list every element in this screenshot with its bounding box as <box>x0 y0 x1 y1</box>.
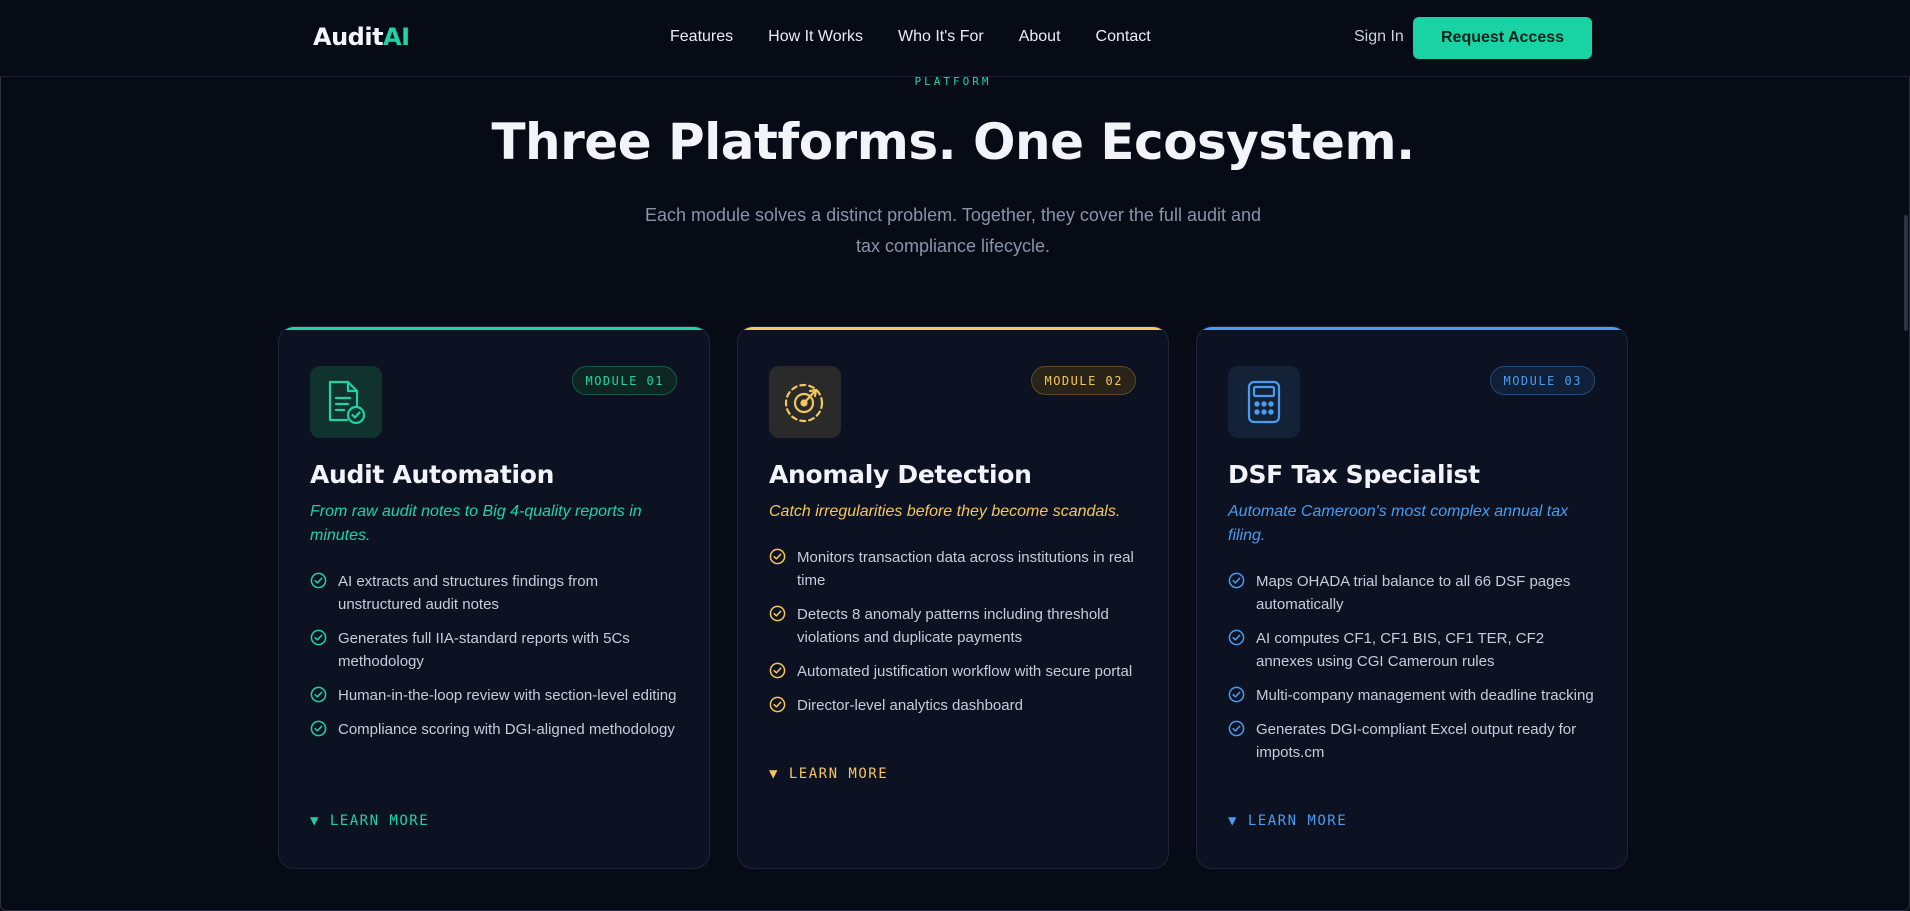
sign-in-link[interactable]: Sign In <box>1354 28 1404 46</box>
feature-item: Multi-company management with deadline t… <box>1228 684 1598 707</box>
learn-more-button[interactable]: ▼ LEARN MORE <box>1228 813 1347 829</box>
section-subtitle: Each module solves a distinct problem. T… <box>644 205 1262 256</box>
feature-item: Generates DGI-compliant Excel output rea… <box>1228 718 1598 764</box>
module-badge: MODULE 01 <box>572 366 677 395</box>
nav-link-features[interactable]: Features <box>670 28 733 46</box>
check-circle-icon <box>769 605 786 622</box>
nav-links: Features How It Works Who It's For About… <box>670 28 1151 46</box>
feature-item: Monitors transaction data across institu… <box>769 546 1139 592</box>
feature-text: Multi-company management with deadline t… <box>1256 687 1594 704</box>
feature-list: Maps OHADA trial balance to all 66 DSF p… <box>1228 570 1598 775</box>
feature-list: Monitors transaction data across institu… <box>769 546 1139 728</box>
feature-item: AI computes CF1, CF1 BIS, CF1 TER, CF2 a… <box>1228 627 1598 673</box>
feature-text: Maps OHADA trial balance to all 66 DSF p… <box>1256 573 1571 613</box>
feature-text: Compliance scoring with DGI-aligned meth… <box>338 721 675 738</box>
scrollbar-thumb[interactable] <box>1904 215 1908 331</box>
logo[interactable]: AuditAI <box>313 23 410 51</box>
feature-text: Detects 8 anomaly patterns including thr… <box>797 606 1109 646</box>
feature-text: Generates full IIA-standard reports with… <box>338 630 630 670</box>
check-circle-icon <box>310 572 327 589</box>
section-title: Three Platforms. One Ecosystem. <box>491 113 1415 171</box>
feature-item: Human-in-the-loop review with section-le… <box>310 684 680 707</box>
nav-link-about[interactable]: About <box>1019 28 1061 46</box>
feature-text: Director-level analytics dashboard <box>797 697 1023 714</box>
feature-item: Maps OHADA trial balance to all 66 DSF p… <box>1228 570 1598 616</box>
learn-more-button[interactable]: ▼ LEARN MORE <box>310 813 429 829</box>
calculator-icon <box>1228 366 1300 438</box>
check-circle-icon <box>1228 572 1245 589</box>
feature-item: Director-level analytics dashboard <box>769 694 1139 717</box>
check-circle-icon <box>769 662 786 679</box>
scrollbar[interactable] <box>1900 77 1910 911</box>
card-title: Audit Automation <box>310 460 555 489</box>
logo-accent: AI <box>383 23 410 51</box>
document-check-icon <box>310 366 382 438</box>
module-badge: MODULE 03 <box>1490 366 1595 395</box>
nav-link-contact[interactable]: Contact <box>1096 28 1151 46</box>
learn-more-button[interactable]: ▼ LEARN MORE <box>769 766 888 782</box>
feature-text: AI computes CF1, CF1 BIS, CF1 TER, CF2 a… <box>1256 630 1545 670</box>
check-circle-icon <box>310 720 327 737</box>
card-tagline: From raw audit notes to Big 4-quality re… <box>310 503 642 544</box>
feature-list: AI extracts and structures findings from… <box>310 570 680 752</box>
module-card-audit-automation: MODULE 01 Audit Automation From raw audi… <box>278 326 710 869</box>
feature-item: Automated justification workflow with se… <box>769 660 1139 683</box>
feature-text: Generates DGI-compliant Excel output rea… <box>1256 721 1577 761</box>
module-card-anomaly-detection: MODULE 02 Anomaly Detection Catch irregu… <box>737 326 1169 869</box>
check-circle-icon <box>310 686 327 703</box>
feature-item: Compliance scoring with DGI-aligned meth… <box>310 718 680 741</box>
logo-main: Audit <box>313 23 384 51</box>
feature-text: Human-in-the-loop review with section-le… <box>338 687 677 704</box>
radar-target-icon <box>769 366 841 438</box>
check-circle-icon <box>769 548 786 565</box>
card-title: DSF Tax Specialist <box>1228 460 1480 489</box>
card-tagline: Catch irregularities before they become … <box>769 503 1121 520</box>
check-circle-icon <box>769 696 786 713</box>
module-badge: MODULE 02 <box>1031 366 1136 395</box>
card-title: Anomaly Detection <box>769 460 1032 489</box>
feature-item: AI extracts and structures findings from… <box>310 570 680 616</box>
check-circle-icon <box>1228 629 1245 646</box>
nav-link-how-it-works[interactable]: How It Works <box>768 28 863 46</box>
feature-item: Detects 8 anomaly patterns including thr… <box>769 603 1139 649</box>
section-eyebrow: PLATFORM <box>914 75 992 88</box>
feature-text: Monitors transaction data across institu… <box>797 549 1134 589</box>
nav-link-who-its-for[interactable]: Who It's For <box>898 28 984 46</box>
feature-text: AI extracts and structures findings from… <box>338 573 599 613</box>
request-access-button[interactable]: Request Access <box>1413 17 1592 59</box>
feature-text: Automated justification workflow with se… <box>797 663 1133 680</box>
top-navbar: AuditAI Features How It Works Who It's F… <box>0 0 1910 77</box>
check-circle-icon <box>1228 720 1245 737</box>
check-circle-icon <box>310 629 327 646</box>
card-tagline: Automate Cameroon's most complex annual … <box>1228 503 1569 544</box>
module-card-dsf-tax-specialist: MODULE 03 DSF Tax Specialist Automate Ca… <box>1196 326 1628 869</box>
check-circle-icon <box>1228 686 1245 703</box>
feature-item: Generates full IIA-standard reports with… <box>310 627 680 673</box>
